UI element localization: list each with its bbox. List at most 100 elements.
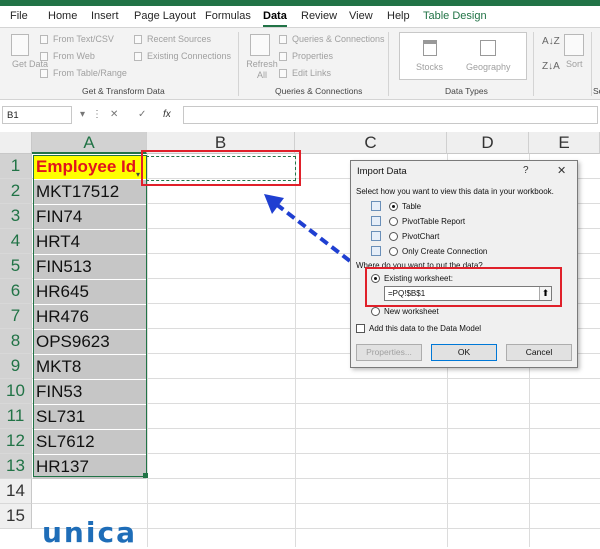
option-table-label: Table: [402, 202, 422, 211]
cell-a1-header[interactable]: Employee Id: [33, 155, 146, 179]
column-header-e[interactable]: E: [529, 132, 600, 154]
cell-a12[interactable]: SL7612: [33, 430, 146, 454]
tab-insert[interactable]: Insert: [91, 10, 119, 22]
cell-a3[interactable]: FIN74: [33, 205, 146, 229]
bank-icon: [423, 40, 437, 56]
cell-a5[interactable]: FIN513: [33, 255, 146, 279]
sort-za-icon[interactable]: Z↓A: [542, 61, 560, 72]
data-model-checkbox[interactable]: [356, 324, 365, 333]
pivot-chart-icon: [371, 231, 381, 241]
cell-a10[interactable]: FIN53: [33, 380, 146, 404]
tab-data[interactable]: Data: [263, 10, 287, 27]
tab-review[interactable]: Review: [301, 10, 337, 22]
column-header-d[interactable]: D: [447, 132, 529, 154]
connection-icon: [371, 246, 381, 256]
row-header-4[interactable]: 4: [0, 229, 32, 254]
pivot-table-icon: [371, 216, 381, 226]
row-header-12[interactable]: 12: [0, 429, 32, 454]
geography-button[interactable]: Geography: [466, 62, 511, 72]
group-separator: [238, 32, 239, 96]
sort-button[interactable]: Sort: [566, 59, 583, 69]
cell-a11[interactable]: SL731: [33, 405, 146, 429]
cell-a13[interactable]: HR137: [33, 455, 146, 479]
tab-home[interactable]: Home: [48, 10, 77, 22]
name-box-dropdown-icon[interactable]: ▾: [80, 109, 85, 120]
cell-a8[interactable]: OPS9623: [33, 330, 146, 354]
formula-separator-icon: ⋮: [92, 109, 102, 120]
enter-icon[interactable]: ✓: [138, 109, 146, 120]
row-header-5[interactable]: 5: [0, 254, 32, 279]
cancel-icon[interactable]: ✕: [110, 109, 118, 120]
queries-connections-button[interactable]: Queries & Connections: [292, 34, 385, 44]
tab-help[interactable]: Help: [387, 10, 410, 22]
sort-az-icon[interactable]: A↓Z: [542, 36, 560, 47]
row-header-9[interactable]: 9: [0, 354, 32, 379]
help-icon[interactable]: ?: [523, 165, 529, 176]
import-data-dialog: Import Data ? ✕ Select how you want to v…: [350, 160, 578, 368]
group-label-queries: Queries & Connections: [275, 86, 363, 96]
select-all-corner[interactable]: [0, 132, 32, 154]
cell-a6[interactable]: HR645: [33, 280, 146, 304]
radio-new-worksheet[interactable]: [371, 307, 380, 316]
close-icon[interactable]: ✕: [557, 164, 566, 177]
from-web-button[interactable]: From Web: [53, 51, 95, 61]
tab-view[interactable]: View: [349, 10, 373, 22]
radio-table[interactable]: [389, 202, 398, 211]
cell-a2[interactable]: MKT17512: [33, 180, 146, 204]
properties-button[interactable]: Properties: [292, 51, 333, 61]
row-header-6[interactable]: 6: [0, 279, 32, 304]
properties-icon: [279, 52, 287, 61]
properties-button[interactable]: Properties...: [356, 344, 422, 361]
cell-a9[interactable]: MKT8: [33, 355, 146, 379]
insert-function-icon[interactable]: fx: [163, 109, 171, 120]
data-types-gallery[interactable]: Stocks Geography: [399, 32, 527, 80]
from-table-range-button[interactable]: From Table/Range: [53, 68, 127, 78]
radio-pivot-chart[interactable]: [389, 232, 398, 241]
name-box[interactable]: B1: [2, 106, 72, 124]
tab-file[interactable]: File: [10, 10, 28, 22]
row-header-3[interactable]: 3: [0, 204, 32, 229]
stocks-button[interactable]: Stocks: [416, 62, 443, 72]
table-resize-handle[interactable]: [143, 473, 148, 478]
row-header-15[interactable]: 15: [0, 504, 32, 529]
ok-button[interactable]: OK: [431, 344, 497, 361]
cancel-button[interactable]: Cancel: [506, 344, 572, 361]
row-header-13[interactable]: 13: [0, 454, 32, 479]
sort-dialog-icon: [564, 34, 584, 56]
map-icon: [480, 40, 496, 56]
row-header-10[interactable]: 10: [0, 379, 32, 404]
formula-input[interactable]: [183, 106, 598, 124]
cell-a7[interactable]: HR476: [33, 305, 146, 329]
edit-links-button[interactable]: Edit Links: [292, 68, 331, 78]
recent-sources-button[interactable]: Recent Sources: [147, 34, 211, 44]
tab-table-design[interactable]: Table Design: [423, 10, 487, 22]
group-label-data-types: Data Types: [445, 86, 488, 96]
row-header-7[interactable]: 7: [0, 304, 32, 329]
filter-dropdown-icon[interactable]: ▾: [136, 170, 140, 179]
radio-pivot-table[interactable]: [389, 217, 398, 226]
highlight-box-b1: [141, 150, 301, 186]
refresh-icon: [250, 34, 270, 56]
row-header-8[interactable]: 8: [0, 329, 32, 354]
data-model-label: Add this data to the Data Model: [369, 324, 482, 333]
row-header-11[interactable]: 11: [0, 404, 32, 429]
row-header-2[interactable]: 2: [0, 179, 32, 204]
formula-bar: B1 ▾ ⋮ ✕ ✓ fx: [0, 104, 600, 126]
dialog-title: Import Data: [357, 166, 407, 177]
refresh-all-button[interactable]: Refresh All: [246, 59, 278, 81]
column-header-c[interactable]: C: [295, 132, 447, 154]
row-header-14[interactable]: 14: [0, 479, 32, 504]
table-icon: [40, 69, 48, 78]
text-file-icon: [40, 35, 48, 44]
grid-line: [147, 154, 148, 547]
tab-formulas[interactable]: Formulas: [205, 10, 251, 22]
cell-a4[interactable]: HRT4: [33, 230, 146, 254]
tab-page-layout[interactable]: Page Layout: [134, 10, 196, 22]
from-text-csv-button[interactable]: From Text/CSV: [53, 34, 114, 44]
row-header-1[interactable]: 1: [0, 154, 32, 179]
existing-connections-button[interactable]: Existing Connections: [147, 51, 231, 61]
column-header-a[interactable]: A: [32, 132, 147, 154]
radio-only-connection[interactable]: [389, 247, 398, 256]
group-separator: [591, 32, 592, 96]
ribbon: Get Data From Text/CSV From Web From Tab…: [0, 28, 600, 100]
